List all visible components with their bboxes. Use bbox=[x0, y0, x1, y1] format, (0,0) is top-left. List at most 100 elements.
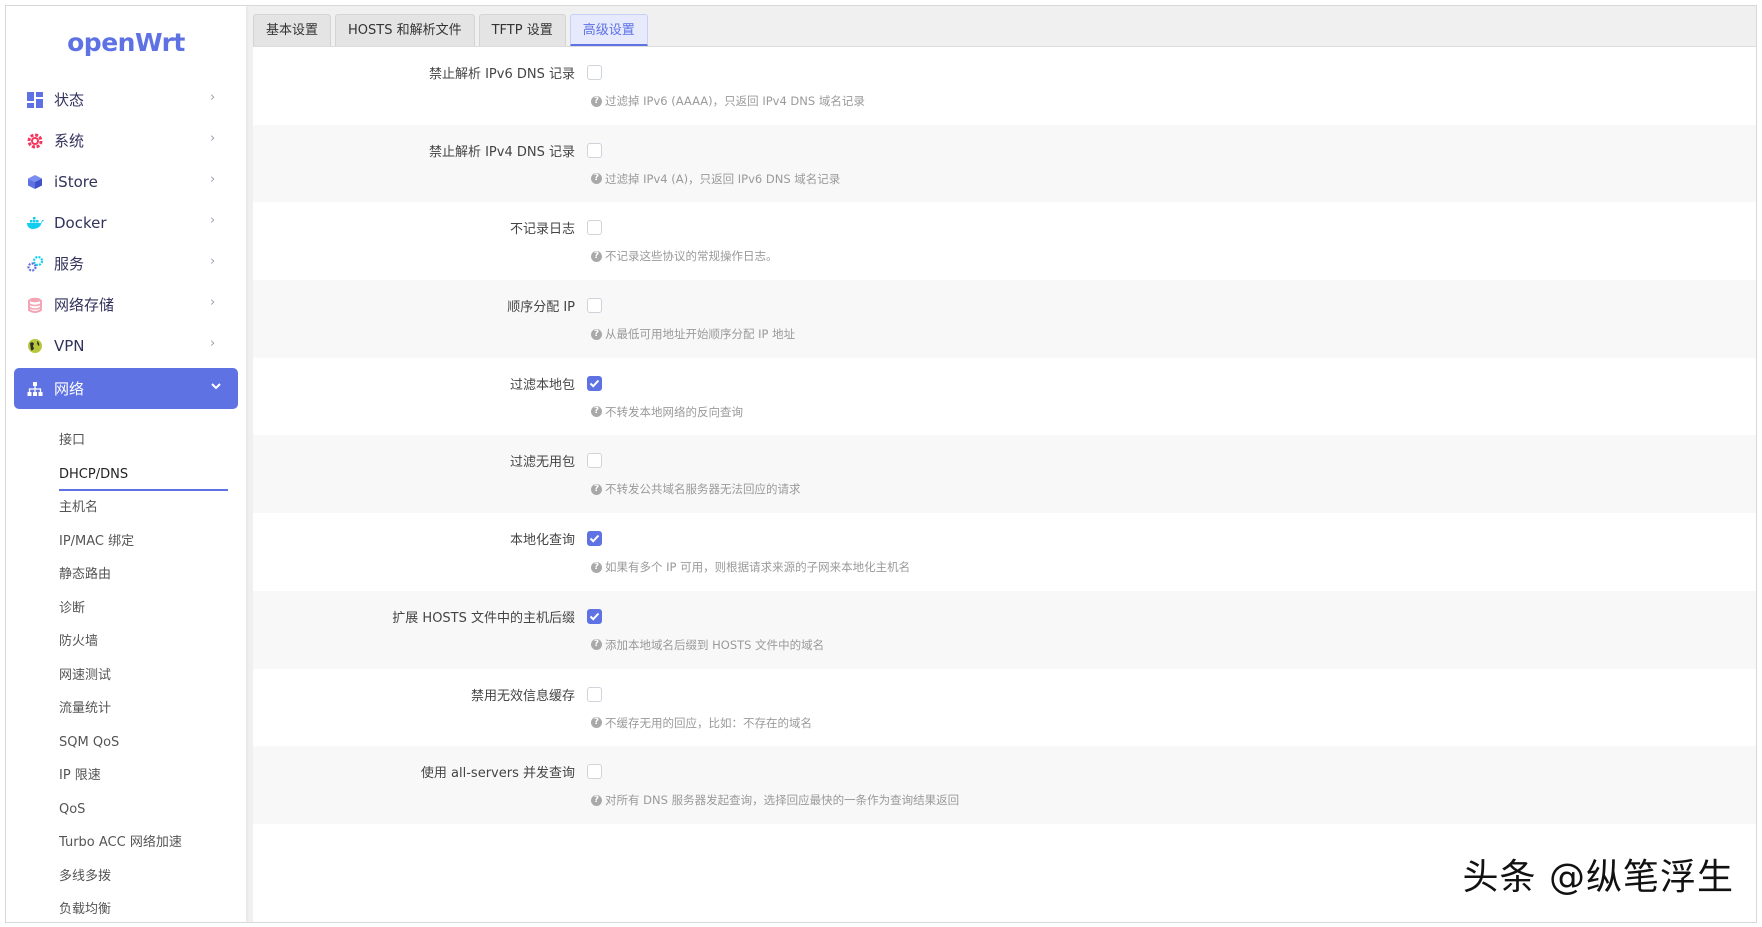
option-row: 过滤无用包 ? 不转发公共域名服务器无法回应的请求 bbox=[253, 435, 1756, 514]
main-panel: 基本设置 HOSTS 和解析文件 TFTP 设置 高级设置 禁止解析 IPv6 … bbox=[253, 6, 1756, 922]
watermark: 头条 @纵笔浮生 bbox=[1462, 857, 1734, 898]
menu-item-system[interactable]: 系统 › bbox=[14, 120, 238, 161]
question-icon: ? bbox=[591, 561, 602, 573]
settings-form: 禁止解析 IPv6 DNS 记录 ? 过滤掉 IPv6 (AAAA)，只返回 IP… bbox=[253, 46, 1756, 922]
menu-item-status[interactable]: 状态 › bbox=[14, 79, 238, 120]
option-label: 本地化查询 bbox=[509, 533, 575, 549]
option-row: 禁用无效信息缓存 ? 不缓存无用的回应，比如：不存在的域名 bbox=[253, 669, 1756, 747]
cube-icon bbox=[26, 173, 44, 191]
sidebar: openWrt 状态 › 系统 › iStore › Docker › 服务 ›… bbox=[6, 6, 246, 922]
option-checkbox[interactable] bbox=[587, 220, 602, 236]
option-row: 过滤本地包 ? 不转发本地网络的反向查询 bbox=[253, 358, 1756, 436]
submenu-item-dhcp-dns[interactable]: DHCP/DNS bbox=[14, 458, 238, 492]
chevron-right-icon: › bbox=[210, 90, 216, 105]
option-checkbox[interactable] bbox=[587, 686, 602, 702]
question-icon: ? bbox=[591, 250, 602, 262]
option-hint-text: 对所有 DNS 服务器发起查询，选择回应最快的一条作为查询结果返回 bbox=[605, 793, 960, 808]
submenu-item-traffic-stats[interactable]: 流量统计 bbox=[14, 692, 238, 726]
app-window: openWrt 状态 › 系统 › iStore › Docker › 服务 ›… bbox=[5, 5, 1757, 923]
menu-item-istore[interactable]: iStore › bbox=[14, 161, 238, 202]
menu-item-network[interactable]: 网络 bbox=[14, 368, 238, 409]
option-hint: ? 添加本地域名后缀到 HOSTS 文件中的域名 bbox=[591, 637, 824, 653]
option-row: 使用 all-servers 并发查询 ? 对所有 DNS 服务器发起查询，选择回… bbox=[253, 746, 1756, 824]
chevron-right-icon: › bbox=[210, 295, 216, 310]
option-hint: ? 从最低可用地址开始顺序分配 IP 地址 bbox=[591, 326, 795, 342]
option-hint: ? 如果有多个 IP 可用，则根据请求来源的子网来本地化主机名 bbox=[591, 559, 910, 575]
question-icon: ? bbox=[591, 328, 602, 340]
network-tree-icon bbox=[26, 380, 44, 398]
tab-advanced-settings[interactable]: 高级设置 bbox=[569, 14, 648, 46]
option-row: 不记录日志 ? 不记录这些协议的常规操作日志。 bbox=[253, 202, 1756, 280]
option-hint-text: 不记录这些协议的常规操作日志。 bbox=[605, 249, 778, 264]
submenu-item-ip-limit[interactable]: IP 限速 bbox=[14, 759, 238, 793]
question-icon: ? bbox=[591, 794, 602, 806]
database-icon bbox=[26, 296, 44, 314]
option-checkbox[interactable] bbox=[587, 608, 602, 624]
submenu-item-multi-dial[interactable]: 多线多拨 bbox=[14, 860, 238, 894]
option-hint: ? 过滤掉 IPv4 (A)，只返回 IPv6 DNS 域名记录 bbox=[591, 171, 840, 187]
menu-item-services[interactable]: 服务 › bbox=[14, 243, 238, 284]
option-hint-text: 不转发公共域名服务器无法回应的请求 bbox=[605, 482, 801, 497]
tab-bar: 基本设置 HOSTS 和解析文件 TFTP 设置 高级设置 bbox=[253, 14, 652, 46]
option-row: 禁止解析 IPv6 DNS 记录 ? 过滤掉 IPv6 (AAAA)，只返回 IP… bbox=[253, 47, 1756, 125]
option-hint-text: 如果有多个 IP 可用，则根据请求来源的子网来本地化主机名 bbox=[605, 560, 911, 575]
menu-item-network-storage[interactable]: 网络存储 › bbox=[14, 284, 238, 325]
chevron-down-icon bbox=[210, 380, 224, 394]
option-checkbox[interactable] bbox=[587, 531, 602, 547]
menu-item-label: VPN bbox=[54, 336, 85, 355]
option-row: 扩展 HOSTS 文件中的主机后缀 ? 添加本地域名后缀到 HOSTS 文件中的域… bbox=[253, 590, 1756, 669]
option-hint-text: 过滤掉 IPv4 (A)，只返回 IPv6 DNS 域名记录 bbox=[605, 171, 841, 186]
option-row: 本地化查询 ? 如果有多个 IP 可用，则根据请求来源的子网来本地化主机名 bbox=[253, 513, 1756, 591]
tab-tftp-settings[interactable]: TFTP 设置 bbox=[478, 14, 566, 46]
menu-item-vpn[interactable]: VPN › bbox=[14, 325, 238, 366]
services-icon bbox=[26, 255, 44, 273]
menu-item-label: 状态 bbox=[54, 91, 85, 109]
option-label: 不记录日志 bbox=[509, 222, 575, 238]
option-checkbox[interactable] bbox=[587, 142, 602, 158]
question-icon: ? bbox=[591, 639, 602, 651]
option-hint-text: 不缓存无用的回应，比如：不存在的域名 bbox=[605, 715, 812, 730]
option-hint: ? 过滤掉 IPv6 (AAAA)，只返回 IPv4 DNS 域名记录 bbox=[591, 93, 865, 109]
submenu-item-speedtest[interactable]: 网速测试 bbox=[14, 659, 238, 693]
chevron-right-icon: › bbox=[210, 336, 216, 351]
chevron-right-icon: › bbox=[210, 213, 216, 228]
question-icon: ? bbox=[591, 173, 602, 185]
option-label: 禁用无效信息缓存 bbox=[470, 688, 575, 704]
option-checkbox[interactable] bbox=[587, 375, 602, 391]
question-icon: ? bbox=[591, 406, 602, 418]
option-checkbox[interactable] bbox=[587, 453, 602, 469]
option-hint: ? 不记录这些协议的常规操作日志。 bbox=[591, 248, 778, 264]
option-checkbox[interactable] bbox=[587, 764, 602, 780]
question-icon: ? bbox=[591, 95, 602, 107]
option-label: 顺序分配 IP bbox=[507, 300, 575, 316]
tab-hosts-files[interactable]: HOSTS 和解析文件 bbox=[335, 14, 475, 46]
submenu-item-ip-mac-binding[interactable]: IP/MAC 绑定 bbox=[14, 525, 238, 559]
globe-icon bbox=[26, 337, 44, 355]
option-hint: ? 不转发公共域名服务器无法回应的请求 bbox=[591, 481, 801, 497]
option-hint-text: 过滤掉 IPv6 (AAAA)，只返回 IPv4 DNS 域名记录 bbox=[605, 94, 865, 108]
chevron-right-icon: › bbox=[210, 254, 216, 269]
tab-basic-settings[interactable]: 基本设置 bbox=[253, 14, 332, 46]
submenu-item-firewall[interactable]: 防火墙 bbox=[14, 625, 238, 659]
option-label: 扩展 HOSTS 文件中的主机后缀 bbox=[392, 610, 575, 626]
submenu-item-interfaces[interactable]: 接口 bbox=[14, 424, 238, 458]
option-hint: ? 不转发本地网络的反向查询 bbox=[591, 404, 743, 420]
submenu-item-diagnostics[interactable]: 诊断 bbox=[14, 592, 238, 626]
submenu-item-load-balance[interactable]: 负载均衡 bbox=[14, 893, 238, 922]
option-row: 顺序分配 IP ? 从最低可用地址开始顺序分配 IP 地址 bbox=[253, 280, 1756, 358]
option-label: 使用 all-servers 并发查询 bbox=[420, 766, 575, 782]
submenu-item-qos[interactable]: QoS bbox=[14, 793, 238, 827]
option-label: 禁止解析 IPv4 DNS 记录 bbox=[428, 144, 575, 160]
menu-item-label: 系统 bbox=[54, 132, 85, 150]
submenu-item-hostnames[interactable]: 主机名 bbox=[14, 491, 238, 525]
submenu-item-turbo-acc[interactable]: Turbo ACC 网络加速 bbox=[14, 826, 238, 860]
submenu-item-sqm-qos[interactable]: SQM QoS bbox=[14, 726, 238, 760]
menu-item-label: 服务 bbox=[54, 255, 85, 273]
menu-item-docker[interactable]: Docker › bbox=[14, 202, 238, 243]
menu-item-label: iStore bbox=[54, 172, 98, 191]
option-checkbox[interactable] bbox=[587, 298, 602, 314]
menu-item-label: 网络 bbox=[54, 380, 85, 398]
submenu-item-static-routes[interactable]: 静态路由 bbox=[14, 558, 238, 592]
option-checkbox[interactable] bbox=[587, 65, 602, 80]
openwrt-logo[interactable]: openWrt bbox=[6, 28, 246, 57]
